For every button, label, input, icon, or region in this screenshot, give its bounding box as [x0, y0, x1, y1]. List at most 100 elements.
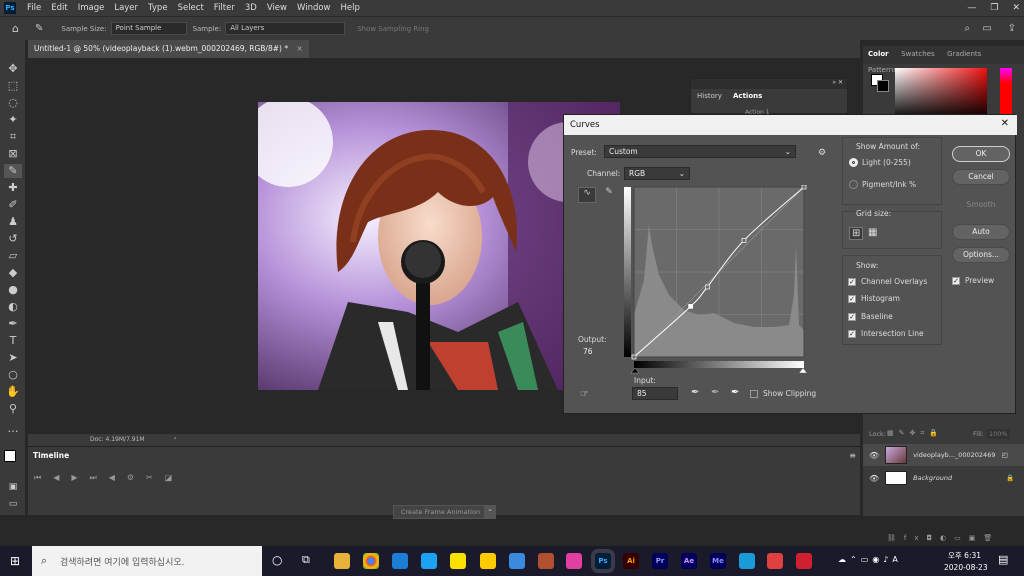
mail-app-icon[interactable] [509, 553, 525, 569]
marquee-tool-icon[interactable]: ⬚ [4, 79, 22, 93]
eyedropper-icon[interactable]: ✎ [4, 164, 22, 178]
minimize-icon[interactable]: — [967, 3, 976, 13]
premiere-icon[interactable]: Pr [652, 553, 668, 569]
preset-select[interactable]: Custom ⌄ [604, 145, 796, 158]
create-frame-animation-button[interactable]: Create Frame Animation [393, 505, 488, 519]
histogram-checkbox[interactable]: ✓ Histogram [848, 294, 900, 303]
tab-swatches[interactable]: Swatches [896, 46, 939, 62]
radio-checked[interactable] [849, 158, 858, 167]
app-icon-2[interactable] [739, 553, 755, 569]
quick-mask-icon[interactable]: ▣ [4, 480, 22, 494]
history-tab[interactable]: History [697, 92, 722, 100]
preview-checkbox[interactable]: ✓ Preview [952, 276, 994, 285]
menu-window[interactable]: Window [292, 3, 336, 13]
checkmark-icon[interactable]: ✓ [848, 294, 856, 303]
more-tools-icon[interactable]: … [4, 422, 22, 436]
next-frame-icon[interactable]: ⏭ [90, 473, 97, 483]
channel-select[interactable]: RGB ⌄ [624, 167, 690, 180]
ok-button[interactable]: OK [952, 146, 1010, 162]
grid-10x10-icon[interactable]: ▦ [868, 227, 877, 238]
menu-help[interactable]: Help [336, 3, 365, 13]
checkmark-icon[interactable]: ✓ [848, 329, 856, 338]
close-tab-icon[interactable]: × [296, 44, 302, 53]
path-select-icon[interactable]: ➤ [4, 351, 22, 365]
blur-tool-icon[interactable]: ● [4, 283, 22, 297]
sample-select[interactable]: All Layers [225, 22, 346, 35]
show-clipping-checkbox[interactable]: Show Clipping [750, 389, 816, 398]
gear-icon[interactable]: ⚙ [818, 148, 826, 158]
pen-tool-icon[interactable]: ✒ [4, 317, 22, 331]
notification-icon[interactable]: ▤ [998, 553, 1008, 566]
menu-select[interactable]: Select [173, 3, 209, 13]
layer-name[interactable]: videoplayb..._000202469 [913, 451, 995, 459]
menu-image[interactable]: Image [73, 3, 110, 13]
cortana-icon[interactable]: ○ [272, 553, 282, 567]
clock-time[interactable]: 오후 6:31 [948, 550, 981, 561]
options-button[interactable]: Options... [952, 247, 1010, 263]
after-effects-icon[interactable]: Ae [681, 553, 697, 569]
curve-graph[interactable] [624, 185, 808, 385]
app-icon-4[interactable] [796, 553, 812, 569]
auto-button[interactable]: Auto [952, 224, 1010, 240]
search-icon[interactable]: ⌕ [964, 23, 970, 34]
curve-edit-icon[interactable]: ∿ [578, 187, 596, 203]
hand-tool-icon[interactable]: ✋ [4, 385, 22, 399]
restore-icon[interactable]: ❐ [990, 3, 998, 13]
eyedropper-tool-icon[interactable]: ✎ [35, 23, 43, 34]
menu-edit[interactable]: Edit [46, 3, 72, 13]
healing-brush-icon[interactable]: ✚ [4, 181, 22, 195]
baseline-checkbox[interactable]: ✓ Baseline [848, 312, 893, 321]
checkmark-icon[interactable]: ✓ [952, 276, 960, 285]
app-icon-3[interactable] [767, 553, 783, 569]
prev-frame-icon[interactable]: ◀ [53, 473, 59, 483]
document-tab[interactable]: Untitled-1 @ 50% (videoplayback (1).webm… [28, 40, 309, 58]
crop-tool-icon[interactable]: ⌗ [4, 130, 22, 144]
media-encoder-icon[interactable]: Me [710, 553, 726, 569]
input-field[interactable]: 85 [632, 387, 678, 400]
white-point-slider[interactable] [798, 367, 808, 374]
chrome-icon[interactable] [363, 553, 379, 569]
eye-icon[interactable]: 👁 [869, 451, 879, 460]
taskbar-search-box[interactable]: ⌕ 검색하려면 여기에 입력하십시오. [32, 546, 262, 576]
target-adjust-icon[interactable]: ☞ [580, 389, 589, 400]
illustrator-icon[interactable]: Ai [623, 553, 639, 569]
curve-control-point[interactable] [741, 237, 747, 243]
sticky-notes-icon[interactable] [480, 553, 496, 569]
move-tool-icon[interactable]: ✥ [4, 62, 22, 76]
status-arrow-icon[interactable]: › [174, 435, 176, 442]
brush-tool-icon[interactable]: ✐ [4, 198, 22, 212]
actions-tab[interactable]: Actions [733, 92, 762, 100]
camera-app-icon[interactable] [566, 553, 582, 569]
tab-color[interactable]: Color [863, 46, 894, 62]
panel-collapse-icon[interactable]: » ✕ [691, 79, 847, 89]
eraser-tool-icon[interactable]: ▱ [4, 249, 22, 263]
photoshop-logo[interactable]: Ps [4, 2, 16, 14]
settings-icon[interactable]: ⚙ [127, 473, 134, 483]
frame-tool-icon[interactable]: ⊠ [4, 147, 22, 161]
checkmark-icon[interactable]: ✓ [848, 312, 856, 321]
tab-gradients[interactable]: Gradients [942, 46, 986, 62]
audio-icon[interactable]: ◀ [109, 473, 115, 483]
system-tray-icons[interactable]: ☁⌃▭◉♪A [838, 555, 902, 564]
zoom-tool-icon[interactable]: ⚲ [4, 402, 22, 416]
menu-filter[interactable]: Filter [209, 3, 240, 13]
edge-icon[interactable] [392, 553, 408, 569]
sampling-ring-checkbox[interactable]: Show Sampling Ring [357, 25, 429, 33]
windows-start-icon[interactable]: ⊞ [10, 554, 20, 568]
workspace-icon[interactable]: ▭ [983, 23, 992, 34]
close-icon[interactable]: ✕ [1012, 3, 1020, 13]
white-eyedropper-icon[interactable]: ✒ [731, 387, 739, 398]
output-field[interactable]: 76 [578, 345, 618, 358]
black-eyedropper-icon[interactable]: ✒ [691, 387, 699, 398]
lock-icons[interactable]: ▦✎✥⌗🔒 [887, 429, 943, 438]
timeline-menu-icon[interactable]: ≡ [849, 451, 856, 460]
bird-app-icon[interactable] [421, 553, 437, 569]
menu-type[interactable]: Type [143, 3, 173, 13]
checkmark-icon[interactable]: ✓ [848, 277, 856, 286]
task-view-icon[interactable]: ⧉ [302, 553, 310, 567]
dialog-close-icon[interactable]: ✕ [1001, 118, 1009, 129]
play-icon[interactable]: ▶ [71, 473, 77, 483]
menu-view[interactable]: View [262, 3, 292, 13]
shape-tool-icon[interactable]: ○ [4, 368, 22, 382]
bg-color-chip[interactable] [877, 80, 889, 92]
